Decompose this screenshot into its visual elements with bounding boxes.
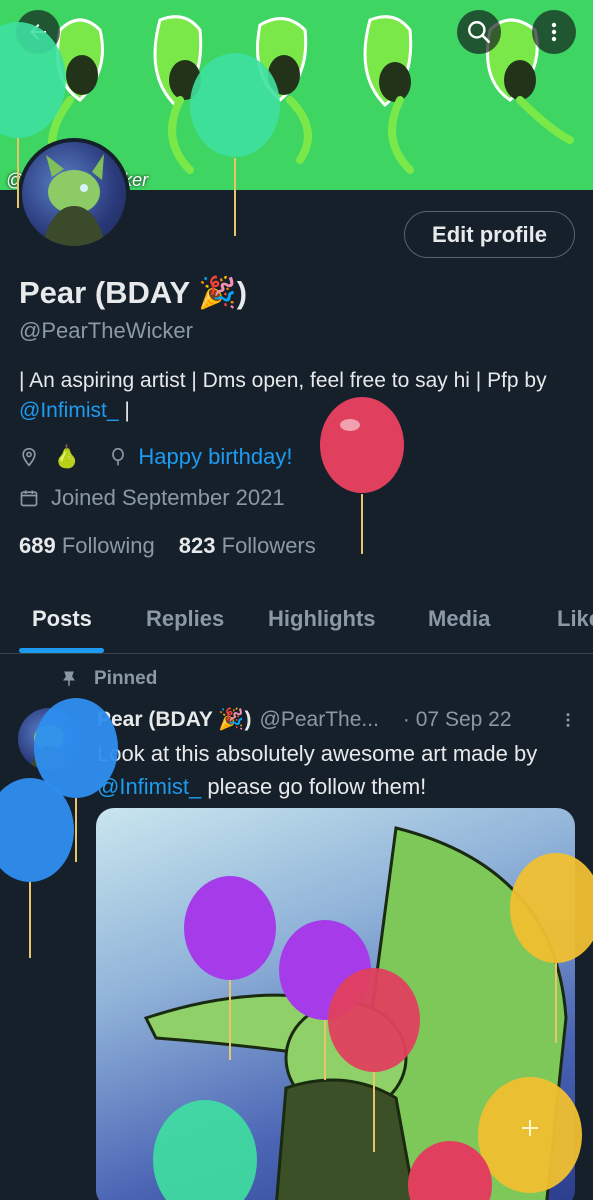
- profile-avatar[interactable]: [18, 138, 130, 250]
- post-more-icon[interactable]: [559, 709, 577, 731]
- pinned-indicator: Pinned: [60, 668, 157, 690]
- post-body: Look at this absolutely awesome art made…: [97, 737, 577, 803]
- bio-text-end: |: [118, 399, 130, 422]
- pin-icon: [63, 671, 75, 686]
- followers-count: 823: [178, 533, 216, 558]
- post-text-after: please go follow them!: [201, 774, 427, 799]
- post-date[interactable]: · 07 Sep 22: [403, 708, 512, 732]
- bio-text: | An aspiring artist | Dms open, feel fr…: [19, 369, 547, 392]
- tab-likes[interactable]: Likes: [557, 606, 593, 632]
- display-name: Pear (BDAY 🎉): [19, 275, 248, 310]
- profile-meta-location-row: 🍐 Happy birthday!: [19, 444, 293, 470]
- avatar-artwork: [42, 154, 106, 246]
- tab-replies[interactable]: Replies: [146, 606, 224, 632]
- post-text-before: Look at this absolutely awesome art made…: [97, 741, 538, 766]
- active-tab-indicator: [19, 648, 104, 653]
- profile-bio: | An aspiring artist | Dms open, feel fr…: [19, 366, 584, 426]
- followers-link[interactable]: 823 Followers: [179, 533, 316, 559]
- post-media-image[interactable]: [96, 808, 575, 1200]
- location-pin-icon: [22, 447, 36, 467]
- tab-media[interactable]: Media: [428, 606, 490, 632]
- tab-highlights[interactable]: Highlights: [268, 606, 376, 632]
- followers-label: Followers: [221, 533, 316, 558]
- following-link[interactable]: 689 Following: [19, 533, 155, 559]
- search-icon: [468, 21, 491, 44]
- username-handle: @PearTheWicker: [19, 318, 193, 343]
- tab-posts[interactable]: Posts: [32, 606, 92, 632]
- post-author-handle[interactable]: @PearThe...: [260, 708, 379, 732]
- back-arrow-icon: [30, 24, 46, 40]
- profile-tabs: Posts Replies Highlights Media Likes: [0, 596, 593, 654]
- follow-counts: 689 Following 823 Followers: [19, 533, 316, 559]
- back-button[interactable]: [16, 10, 60, 54]
- bio-mention-link[interactable]: @Infimist_: [19, 399, 119, 422]
- following-label: Following: [61, 533, 155, 558]
- following-count: 689: [19, 533, 56, 558]
- calendar-icon: [20, 490, 38, 507]
- profile-meta-joined-row: Joined September 2021: [19, 485, 285, 511]
- joined-date: Joined September 2021: [51, 485, 285, 510]
- post-header: Pear (BDAY 🎉) @PearThe... · 07 Sep 22: [97, 708, 577, 732]
- post-author-name[interactable]: Pear (BDAY 🎉): [97, 708, 252, 732]
- balloon-icon: [112, 447, 125, 466]
- birthday-link[interactable]: Happy birthday!: [138, 444, 292, 470]
- search-button[interactable]: [457, 10, 501, 54]
- post-mention-link[interactable]: @Infimist_: [97, 774, 201, 799]
- post-artwork: [143, 826, 568, 1200]
- post-avatar-artwork: [30, 725, 68, 770]
- location-text: 🍐: [53, 444, 81, 469]
- more-vertical-icon: [551, 22, 557, 42]
- balloon-blue-left: [0, 778, 74, 958]
- pinned-label: Pinned: [94, 668, 158, 689]
- edit-profile-button[interactable]: Edit profile: [404, 211, 575, 258]
- post-author-avatar[interactable]: [18, 708, 80, 770]
- more-button[interactable]: [532, 10, 576, 54]
